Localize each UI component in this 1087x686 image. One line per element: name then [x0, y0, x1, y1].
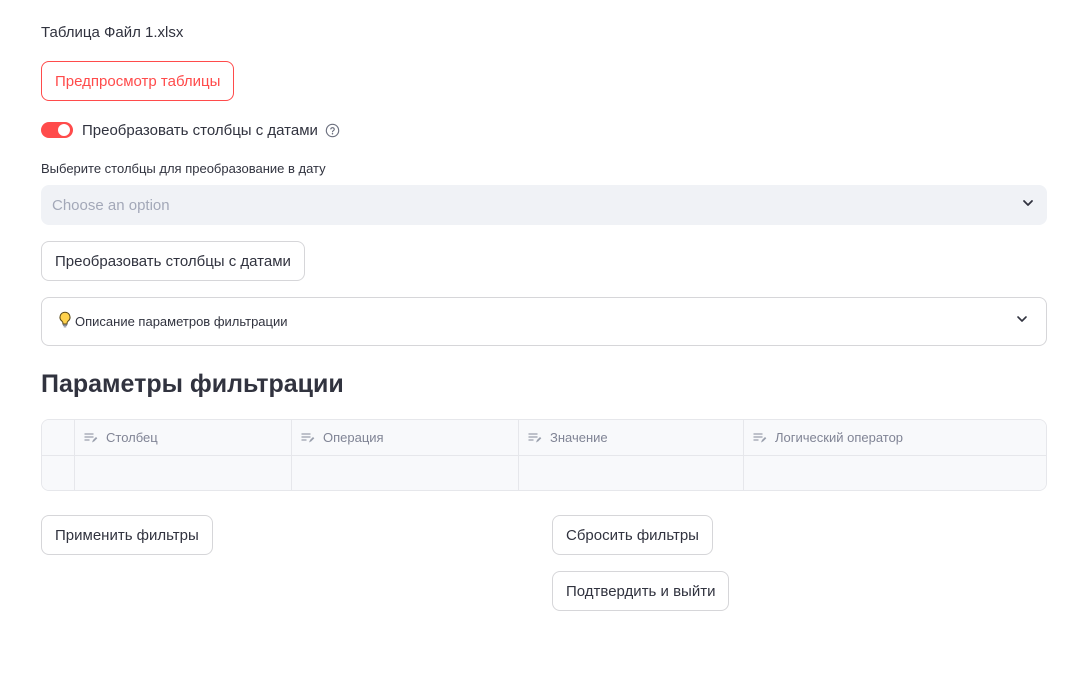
- convert-dates-toggle[interactable]: [41, 122, 73, 138]
- expander-label: Описание параметров фильтрации: [75, 314, 288, 329]
- table-cell[interactable]: [292, 456, 519, 490]
- convert-dates-toggle-row[interactable]: Преобразовать столбцы с датами: [41, 119, 340, 141]
- text-column-icon: [753, 432, 767, 444]
- table-header-row: Столбец Операция Значение Логический опе…: [42, 420, 1046, 456]
- convert-dates-button[interactable]: Преобразовать столбцы с датами: [41, 241, 305, 281]
- row-index-cell: [42, 456, 75, 490]
- text-column-icon: [528, 432, 542, 444]
- column-header[interactable]: Операция: [292, 420, 519, 455]
- reset-filters-button[interactable]: Сбросить фильтры: [552, 515, 713, 555]
- column-header-label: Операция: [323, 430, 384, 445]
- file-title: Таблица Файл 1.xlsx: [41, 24, 184, 41]
- text-column-icon: [301, 432, 315, 444]
- help-icon[interactable]: [325, 123, 340, 138]
- table-cell[interactable]: [519, 456, 744, 490]
- column-header-label: Логический оператор: [775, 430, 904, 445]
- apply-filters-button[interactable]: Применить фильтры: [41, 515, 213, 555]
- table-cell[interactable]: [744, 456, 1046, 490]
- chevron-down-icon: [1021, 196, 1035, 215]
- table-cell[interactable]: [75, 456, 292, 490]
- toggle-label: Преобразовать столбцы с датами: [82, 121, 318, 139]
- text-column-icon: [84, 432, 98, 444]
- lightbulb-icon: [58, 311, 72, 333]
- filter-params-heading: Параметры фильтрации: [41, 370, 344, 398]
- column-header[interactable]: Логический оператор: [744, 420, 1046, 455]
- row-index-header: [42, 420, 75, 455]
- date-columns-select[interactable]: Choose an option: [41, 185, 1047, 225]
- toggle-knob: [58, 124, 70, 136]
- column-header[interactable]: Столбец: [75, 420, 292, 455]
- filter-description-expander[interactable]: Описание параметров фильтрации: [41, 297, 1047, 346]
- date-columns-select-label: Выберите столбцы для преобразование в да…: [41, 161, 326, 176]
- column-header-label: Значение: [550, 430, 608, 445]
- table-row[interactable]: [42, 456, 1046, 490]
- confirm-exit-button[interactable]: Подтвердить и выйти: [552, 571, 730, 611]
- chevron-down-icon: [1015, 312, 1029, 331]
- select-placeholder: Choose an option: [52, 196, 170, 214]
- preview-table-button[interactable]: Предпросмотр таблицы: [41, 61, 235, 101]
- column-header[interactable]: Значение: [519, 420, 744, 455]
- column-header-label: Столбец: [106, 430, 158, 445]
- filter-params-table[interactable]: Столбец Операция Значение Логический опе…: [41, 419, 1047, 491]
